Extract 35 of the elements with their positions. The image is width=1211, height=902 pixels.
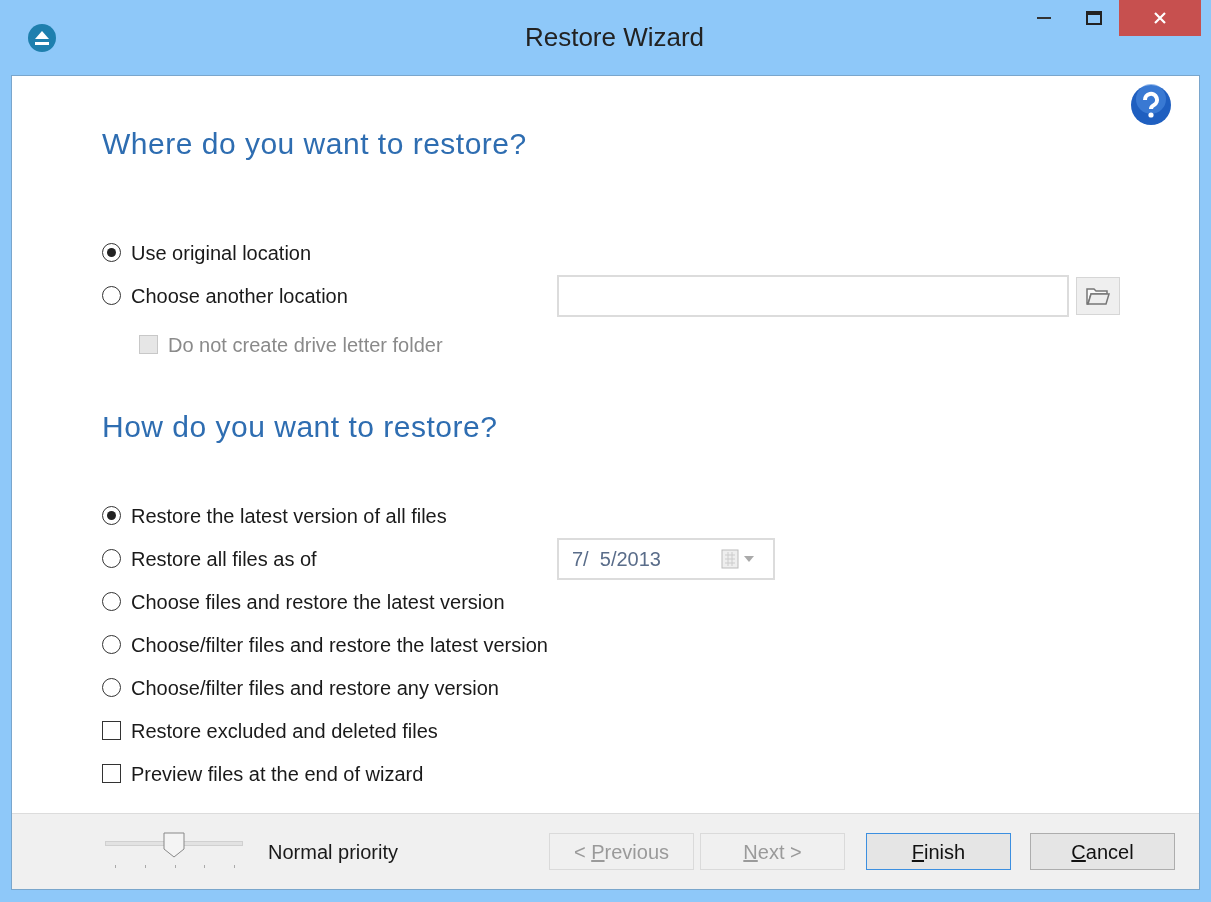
checkbox[interactable] bbox=[102, 764, 121, 783]
wizard-button[interactable]: Cancel bbox=[1030, 833, 1175, 870]
radio-button[interactable] bbox=[102, 678, 121, 697]
maximize-icon bbox=[1086, 11, 1102, 25]
option-label: Choose/filter files and restore any version bbox=[131, 675, 499, 701]
minimize-icon bbox=[1037, 16, 1051, 20]
radio-button[interactable] bbox=[102, 506, 121, 525]
radio-button[interactable] bbox=[102, 243, 121, 262]
close-icon bbox=[1153, 11, 1167, 25]
date-value: 7/ 5/2013 bbox=[572, 546, 661, 572]
radio-button[interactable] bbox=[102, 592, 121, 611]
option-label: Use original location bbox=[131, 240, 312, 266]
help-icon[interactable] bbox=[1130, 84, 1172, 126]
option-label: Preview files at the end of wizard bbox=[131, 761, 424, 787]
location-field[interactable] bbox=[557, 274, 1069, 317]
checkbox[interactable] bbox=[102, 721, 121, 740]
app-eject-icon bbox=[27, 23, 57, 53]
radio-button[interactable] bbox=[102, 549, 121, 568]
option-label: Choose files and restore the latest version bbox=[131, 589, 505, 615]
option-label: Restore the latest version of all files bbox=[131, 503, 447, 529]
date-picker[interactable]: 7/ 5/2013 bbox=[557, 537, 775, 580]
option-label: Choose/filter files and restore the latest version bbox=[131, 632, 548, 658]
section-heading: Where do you want to restore? bbox=[102, 126, 528, 162]
option-label: Choose another location bbox=[131, 283, 348, 309]
option-label: Restore excluded and deleted files bbox=[131, 718, 438, 744]
option-label: Restore all files as of bbox=[131, 546, 317, 572]
slider-thumb[interactable] bbox=[163, 831, 185, 858]
radio-button[interactable] bbox=[102, 286, 121, 305]
wizard-button[interactable]: Finish bbox=[866, 833, 1011, 870]
priority-label: Normal priority bbox=[268, 839, 399, 865]
window-title: Restore Wizard bbox=[524, 21, 705, 54]
radio-button[interactable] bbox=[102, 635, 121, 654]
browse-folder-button[interactable] bbox=[1076, 276, 1120, 315]
section-heading: How do you want to restore? bbox=[102, 409, 499, 445]
option-label: Do not create drive letter folder bbox=[168, 332, 443, 358]
